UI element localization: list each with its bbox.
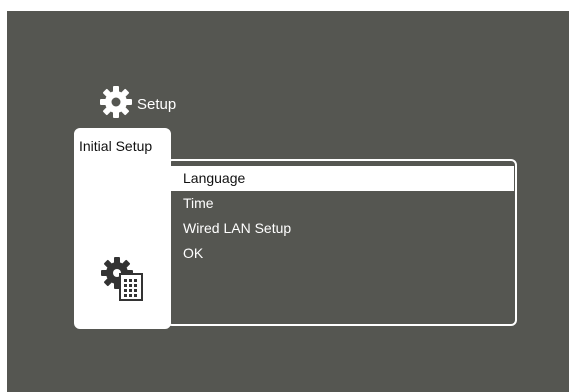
menu-item-ok[interactable]: OK xyxy=(169,241,514,266)
setup-document-gear-icon xyxy=(101,257,143,301)
menu-item-wired-lan-setup[interactable]: Wired LAN Setup xyxy=(169,216,514,241)
menu-item-time[interactable]: Time xyxy=(169,191,514,216)
setup-menu: Language Time Wired LAN Setup OK xyxy=(169,166,514,266)
header: Setup xyxy=(99,84,176,120)
menu-item-language[interactable]: Language xyxy=(169,166,514,191)
tab-initial-setup-label: Initial Setup xyxy=(79,138,153,154)
page-title: Setup xyxy=(137,95,177,113)
gear-icon xyxy=(100,86,132,118)
tab-initial-setup[interactable]: Initial Setup xyxy=(74,128,171,329)
